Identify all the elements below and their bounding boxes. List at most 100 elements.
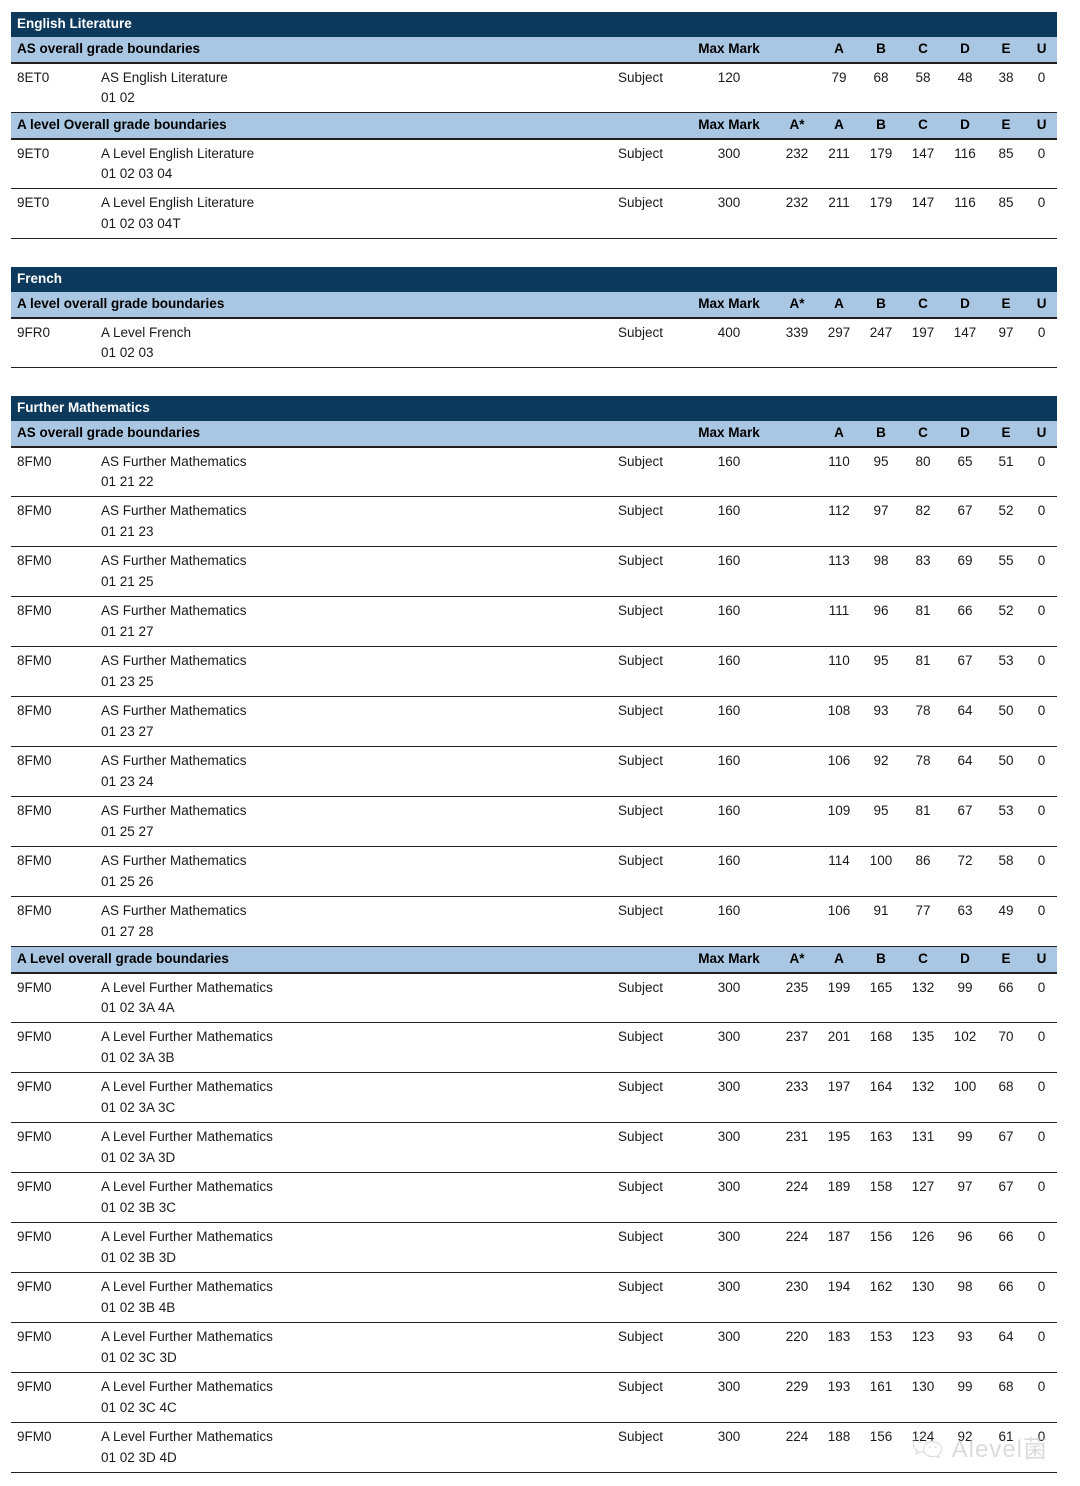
row-title: AS English Literature [101,70,228,85]
grade-boundary-table: English Literature AS overall grade bound… [11,12,1058,239]
table-row-options: 01 21 27 [11,621,1057,647]
table-row: 9ET0 A Level English Literature Subject 300… [11,139,1057,163]
section-heading: A level Overall grade boundaries [11,113,682,140]
row-grade-d: 116 [954,146,976,161]
row-grade-c: 123 [911,1329,935,1344]
row-grade-u: 0 [1037,853,1046,868]
row-title: AS Further Mathematics [101,653,247,668]
col-header-a: A [818,421,860,448]
row-grade-b: 161 [869,1379,893,1394]
row-grade-e: 66 [998,1279,1014,1294]
table-row: 9FM0 A Level Further Mathematics Subject 30… [11,1373,1057,1397]
section-header-row: A Level overall grade boundaries Max Mark… [11,947,1058,974]
row-grade-e: 55 [998,553,1014,568]
row-code: 8FM0 [17,903,52,918]
row-grade-a-star: 232 [785,195,809,210]
row-grade-d: 147 [953,325,977,340]
row-code: 8FM0 [17,454,52,469]
row-code: 9ET0 [17,195,50,210]
table-row: 8FM0 AS Further Mathematics Subject 160 112 9… [11,497,1057,521]
table-row: 9FM0 A Level Further Mathematics Subject 30… [11,1223,1057,1247]
subject-block: French A level overall grade boundaries Ma… [11,267,1058,368]
row-type: Subject [617,195,664,210]
row-title: AS Further Mathematics [101,853,247,868]
row-grade-u: 0 [1037,70,1046,85]
table-row: 9FM0 A Level Further Mathematics Subject 30… [11,1273,1057,1297]
row-grade-c: 77 [915,903,931,918]
row-type: Subject [617,653,664,668]
col-header-d: D [944,292,986,319]
subject-block: English Literature AS overall grade bound… [11,12,1058,239]
row-grade-a: 194 [827,1279,851,1294]
row-grade-e: 51 [998,454,1014,469]
row-grade-d: 93 [957,1329,973,1344]
col-header-a-star [776,37,818,64]
row-code: 8FM0 [17,603,52,618]
col-header-u: U [1026,947,1058,974]
row-grade-d: 102 [953,1029,977,1044]
row-type: Subject [617,1029,664,1044]
row-type: Subject [617,1229,664,1244]
row-grade-a: 183 [827,1329,851,1344]
row-grade-a-star: 235 [785,980,809,995]
table-row-options: 01 02 03 04 [11,163,1057,189]
table-row: 8FM0 AS Further Mathematics Subject 160 110 9… [11,447,1057,471]
row-grade-b: 92 [873,753,889,768]
row-option-codes: 01 02 3B 4B [101,1300,176,1315]
row-option-codes: 01 02 03 [101,345,154,360]
row-max-mark: 300 [717,1279,741,1294]
row-code: 9FM0 [17,980,52,995]
table-row: 8FM0 AS Further Mathematics Subject 160 106 9… [11,897,1057,921]
row-title: AS Further Mathematics [101,454,247,469]
row-grade-e: 58 [998,853,1014,868]
row-code: 9FM0 [17,1379,52,1394]
row-grade-e: 53 [998,653,1014,668]
table-row-options: 01 02 3B 3D [11,1247,1057,1273]
row-grade-c: 82 [915,503,931,518]
row-grade-u: 0 [1037,653,1046,668]
section-heading: AS overall grade boundaries [11,37,682,64]
row-grade-d: 116 [954,195,976,210]
row-grade-b: 91 [873,903,889,918]
row-option-codes: 01 21 27 [101,624,154,639]
row-max-mark: 160 [717,603,741,618]
col-header-max-mark: Max Mark [682,421,776,448]
row-grade-a: 113 [828,553,850,568]
row-grade-u: 0 [1037,603,1046,618]
row-grade-a-star: 231 [785,1129,809,1144]
grade-boundary-table: Further Mathematics AS overall grade boun… [11,396,1058,1473]
row-grade-a-star [776,847,818,871]
row-grade-d: 65 [957,454,973,469]
row-grade-c: 83 [915,553,931,568]
row-max-mark: 160 [717,703,741,718]
row-option-codes: 01 02 03 04 [101,166,173,181]
subject-banner: Further Mathematics [11,396,1058,421]
subject-name: English Literature [11,12,1058,37]
col-header-a: A [818,292,860,319]
table-row: 8FM0 AS Further Mathematics Subject 160 106 9… [11,747,1057,771]
row-grade-d: 64 [957,703,973,718]
grade-boundaries-page: English Literature AS overall grade bound… [0,0,1080,1486]
row-grade-d: 64 [957,753,973,768]
row-title: A Level Further Mathematics [101,1079,273,1094]
col-header-d: D [944,947,986,974]
row-grade-e: 52 [998,603,1014,618]
row-grade-a: 106 [827,903,851,918]
col-header-c: C [902,113,944,140]
row-max-mark: 160 [717,553,741,568]
row-max-mark: 300 [717,1129,741,1144]
row-grade-a: 189 [827,1179,851,1194]
row-grade-b: 96 [873,603,889,618]
row-grade-b: 162 [869,1279,893,1294]
table-row-options: 01 02 3B 3C [11,1197,1057,1223]
table-row: 8FM0 AS Further Mathematics Subject 160 114 1… [11,847,1057,871]
col-header-e: E [986,113,1026,140]
table-row-options: 01 23 27 [11,721,1057,747]
row-grade-e: 85 [998,195,1014,210]
table-row-options: 01 02 03 04T [11,213,1057,239]
row-type: Subject [617,553,664,568]
row-grade-b: 247 [869,325,893,340]
row-title: A Level Further Mathematics [101,1129,273,1144]
row-grade-a-star [776,447,818,471]
row-type: Subject [617,1429,664,1444]
